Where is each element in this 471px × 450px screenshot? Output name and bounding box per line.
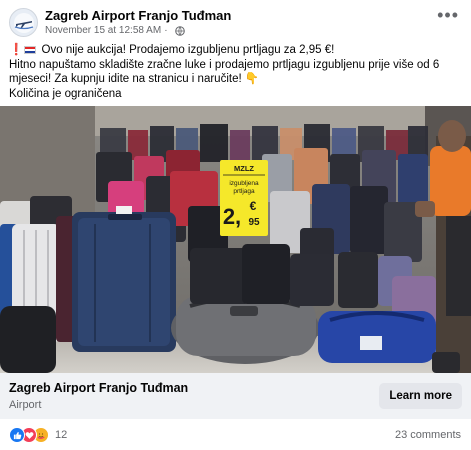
post-line-2-text: Hitno napuštamo skladište zračne luke i … <box>9 58 440 86</box>
reactions-summary[interactable]: 12 <box>9 427 67 443</box>
sign-currency: € <box>250 199 257 213</box>
sign-line-2: prtljaga <box>233 188 255 195</box>
post-header: Zagreb Airport Franjo Tuđman November 15… <box>0 0 471 38</box>
post-text: ❗ Ovo nije aukcija! Prodajemo izgubljenu… <box>9 43 464 101</box>
reaction-count: 12 <box>55 429 68 441</box>
comments-count[interactable]: 23 comments <box>395 429 461 441</box>
facebook-post: Zagreb Airport Franjo Tuđman November 15… <box>0 0 471 450</box>
post-photo[interactable]: MZLZ izgubljena prtljaga 2, € 95 <box>0 106 471 373</box>
croatia-flag-icon <box>24 46 37 54</box>
pointing-down-icon: 👇 <box>244 73 260 85</box>
airplane-icon <box>13 12 34 33</box>
sign-price-main: 2, <box>223 204 241 229</box>
sign-line-1: izgubljena <box>229 180 259 187</box>
page-avatar[interactable] <box>9 8 38 37</box>
page-name[interactable]: Zagreb Airport Franjo Tuđman <box>45 8 231 23</box>
post-line-1-text: Ovo nije aukcija! Prodajemo izgubljenu p… <box>41 44 335 56</box>
luggage-hall-image: MZLZ izgubljena prtljaga 2, € 95 <box>0 106 471 373</box>
post-footer: 12 23 comments <box>0 419 471 450</box>
post-line-2: Hitno napuštamo skladište zračne luke i … <box>9 58 464 87</box>
globe-icon <box>174 25 185 36</box>
post-line-1: ❗ Ovo nije aukcija! Prodajemo izgubljenu… <box>9 43 464 58</box>
sign-price-cents: 95 <box>248 217 260 228</box>
link-card[interactable]: Zagreb Airport Franjo Tuđman Airport Lea… <box>0 373 471 419</box>
like-icon <box>9 427 25 443</box>
exclamation-icon: ❗ <box>9 44 24 56</box>
sign-brand-text: MZLZ <box>234 164 254 173</box>
price-sign: MZLZ izgubljena prtljaga 2, € 95 <box>220 160 268 236</box>
learn-more-button[interactable]: Learn more <box>379 383 462 409</box>
link-card-title[interactable]: Zagreb Airport Franjo Tuđman <box>9 381 188 395</box>
post-line-3: Količina je ograničena <box>9 87 122 100</box>
link-card-subtitle: Airport <box>9 399 42 411</box>
meta-separator: · <box>164 25 168 36</box>
post-meta: November 15 at 12:58 AM · <box>45 25 185 36</box>
post-timestamp[interactable]: November 15 at 12:58 AM <box>45 25 161 36</box>
more-options-icon[interactable]: ••• <box>437 6 459 24</box>
